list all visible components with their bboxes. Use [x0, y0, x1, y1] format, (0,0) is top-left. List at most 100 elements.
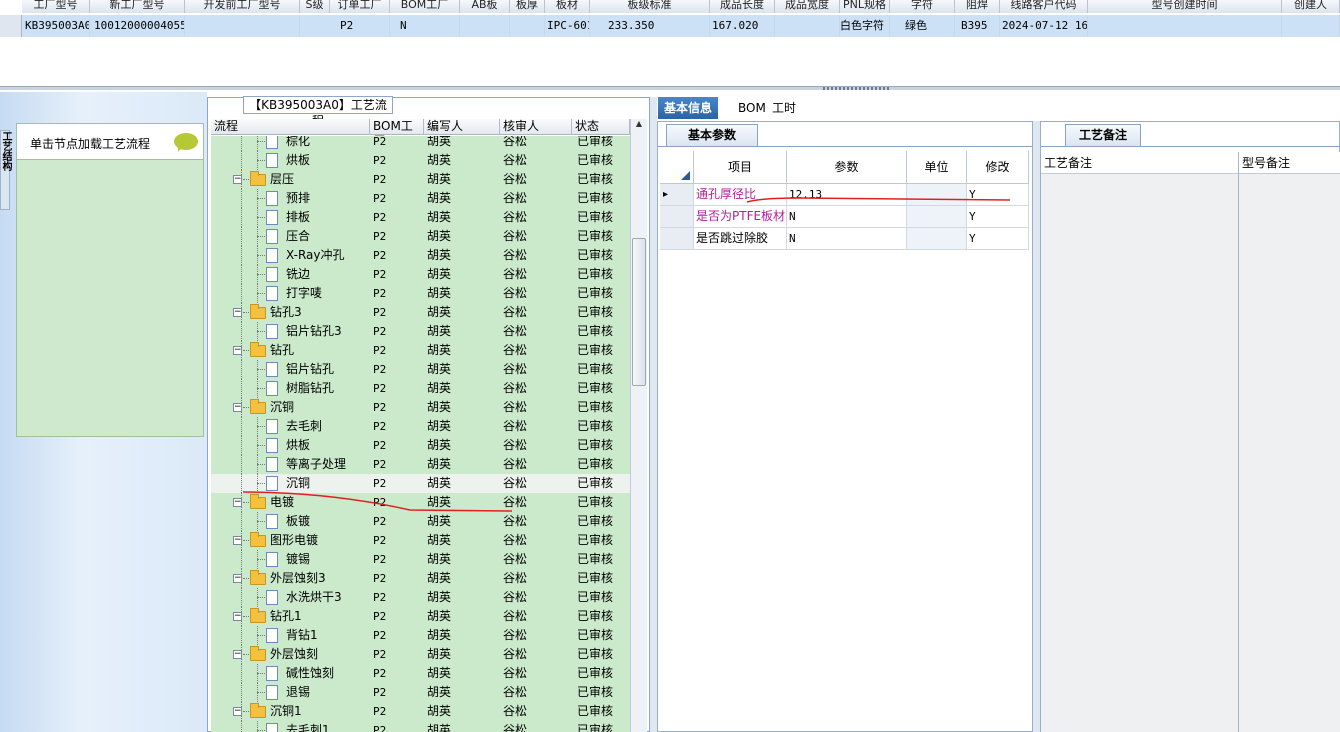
tree-header-cell[interactable]: 流程	[211, 119, 370, 135]
grid-cell[interactable]	[510, 15, 545, 37]
tree-row[interactable]: − 钻孔1 P2 胡英 谷松 已审核	[211, 607, 630, 626]
tree-row[interactable]: − 钻孔 P2 胡英 谷松 已审核	[211, 341, 630, 360]
tree-row[interactable]: 镀锡 P2 胡英 谷松 已审核	[211, 550, 630, 569]
grid-header-cell[interactable]: 订单工厂	[330, 0, 390, 13]
tab-hours[interactable]: 工时	[766, 97, 802, 119]
grid-header-cell[interactable]: 型号创建时间	[1088, 0, 1282, 13]
tree-row[interactable]: 碱性蚀刻 P2 胡英 谷松 已审核	[211, 664, 630, 683]
collapse-toggle-icon[interactable]: −	[233, 498, 242, 507]
tab-basic-params[interactable]: 基本参数	[666, 124, 758, 147]
param-modify[interactable]: Y	[967, 184, 1029, 206]
splitter-vertical[interactable]	[650, 97, 657, 732]
collapse-toggle-icon[interactable]: −	[233, 650, 242, 659]
tree-header-cell[interactable]: 状态	[572, 119, 630, 135]
tree-row[interactable]: X-Ray冲孔 P2 胡英 谷松 已审核	[211, 246, 630, 265]
grid-cell[interactable]: N	[390, 15, 460, 37]
scroll-thumb[interactable]	[632, 238, 646, 386]
param-item[interactable]: 是否跳过除胶	[694, 228, 787, 250]
grid-cell[interactable]	[775, 15, 840, 37]
grid-header-cell[interactable]: S级	[300, 0, 330, 13]
tab-process-notes[interactable]: 工艺备注	[1065, 124, 1141, 147]
scroll-up-arrow-icon[interactable]: ▲	[631, 119, 647, 133]
tree-row[interactable]: 铝片钻孔3 P2 胡英 谷松 已审核	[211, 322, 630, 341]
tree-header-cell[interactable]: 核审人	[500, 119, 572, 135]
grid-cell[interactable]	[1088, 15, 1282, 37]
collapse-toggle-icon[interactable]: −	[233, 574, 242, 583]
tree-row[interactable]: 背钻1 P2 胡英 谷松 已审核	[211, 626, 630, 645]
params-header-cell[interactable]: 单位	[907, 151, 967, 184]
row-selector[interactable]	[0, 15, 22, 37]
tree-row[interactable]: − 钻孔3 P2 胡英 谷松 已审核	[211, 303, 630, 322]
splitter-vertical-right[interactable]	[1033, 121, 1040, 732]
grid-cell[interactable]	[185, 15, 300, 37]
tree-row[interactable]: 烘板 P2 胡英 谷松 已审核	[211, 436, 630, 455]
tree-row[interactable]: 预排 P2 胡英 谷松 已审核	[211, 189, 630, 208]
param-value[interactable]: N	[787, 228, 907, 250]
grid-cell[interactable]: 2024-07-12 16:08:46	[1000, 15, 1088, 37]
tree-row[interactable]: 水洗烘干3 P2 胡英 谷松 已审核	[211, 588, 630, 607]
grid-corner[interactable]	[660, 151, 694, 184]
tree-row[interactable]: 铝片钻孔 P2 胡英 谷松 已审核	[211, 360, 630, 379]
grid-header-cell[interactable]: AB板	[460, 0, 510, 13]
tree-row[interactable]: 板镀 P2 胡英 谷松 已审核	[211, 512, 630, 531]
collapse-toggle-icon[interactable]: −	[233, 175, 242, 184]
tree-row[interactable]: − 外层蚀刻 P2 胡英 谷松 已审核	[211, 645, 630, 664]
param-item[interactable]: 是否为PTFE板材	[694, 206, 787, 228]
params-header-cell[interactable]: 项目	[694, 151, 787, 184]
grid-cell[interactable]: B395	[955, 15, 1000, 37]
tree-row[interactable]: 铣边 P2 胡英 谷松 已审核	[211, 265, 630, 284]
collapse-toggle-icon[interactable]: −	[233, 346, 242, 355]
collapse-toggle-icon[interactable]: −	[233, 403, 242, 412]
tree-row[interactable]: 去毛刺 P2 胡英 谷松 已审核	[211, 417, 630, 436]
tree-row[interactable]: 沉铜 P2 胡英 谷松 已审核	[211, 474, 630, 493]
grid-cell[interactable]	[460, 15, 510, 37]
param-value[interactable]: 12.13	[787, 184, 907, 206]
grid-cell[interactable]: 绿色	[890, 15, 955, 37]
tree-row[interactable]: 排板 P2 胡英 谷松 已审核	[211, 208, 630, 227]
tree-row[interactable]: 树脂钻孔 P2 胡英 谷松 已审核	[211, 379, 630, 398]
grid-header-cell[interactable]: 成品长度	[710, 0, 775, 13]
tree-row[interactable]: − 电镀 P2 胡英 谷松 已审核	[211, 493, 630, 512]
params-header-cell[interactable]: 参数	[787, 151, 907, 184]
tree-row[interactable]: − 图形电镀 P2 胡英 谷松 已审核	[211, 531, 630, 550]
collapse-toggle-icon[interactable]: −	[233, 308, 242, 317]
grid-cell[interactable]: 白色字符	[840, 15, 890, 37]
param-item[interactable]: 通孔厚径比	[694, 184, 787, 206]
tree-row[interactable]: − 层压 P2 胡英 谷松 已审核	[211, 170, 630, 189]
tab-basic-info[interactable]: 基本信息	[658, 97, 719, 119]
tree-header-cell[interactable]: 编写人	[424, 119, 500, 135]
tree-row[interactable]: 退锡 P2 胡英 谷松 已审核	[211, 683, 630, 702]
collapse-toggle-icon[interactable]: −	[233, 612, 242, 621]
grid-header-cell[interactable]: 开发前工厂型号	[185, 0, 300, 13]
tree-row[interactable]: 烘板 P2 胡英 谷松 已审核	[211, 151, 630, 170]
tree-scrollbar[interactable]: ▲	[630, 119, 647, 732]
tree-row[interactable]: 等离子处理 P2 胡英 谷松 已审核	[211, 455, 630, 474]
grid-header-cell[interactable]: BOM工厂	[390, 0, 460, 13]
param-unit[interactable]	[907, 206, 967, 228]
tree-row[interactable]: 打字唛 P2 胡英 谷松 已审核	[211, 284, 630, 303]
grid-header-cell[interactable]: 工厂型号	[22, 0, 90, 13]
grid-header-cell[interactable]: PNL规格	[840, 0, 890, 13]
grid-header-cell[interactable]: 新工厂型号	[90, 0, 185, 13]
row-indicator[interactable]	[660, 228, 694, 250]
tree-row[interactable]: − 沉铜 P2 胡英 谷松 已审核	[211, 398, 630, 417]
params-header-cell[interactable]: 修改	[967, 151, 1029, 184]
param-modify[interactable]: Y	[967, 228, 1029, 250]
param-unit[interactable]	[907, 228, 967, 250]
param-modify[interactable]: Y	[967, 206, 1029, 228]
row-indicator[interactable]	[660, 206, 694, 228]
grid-cell[interactable]: P2	[330, 15, 390, 37]
grid-cell[interactable]: 233.350	[590, 15, 710, 37]
grid-cell[interactable]: 167.020	[710, 15, 775, 37]
tree-row[interactable]: − 外层蚀刻3 P2 胡英 谷松 已审核	[211, 569, 630, 588]
grid-header-cell[interactable]: 板材	[545, 0, 590, 13]
tree-row[interactable]: 压合 P2 胡英 谷松 已审核	[211, 227, 630, 246]
tree-row[interactable]: 去毛刺1 P2 胡英 谷松 已审核	[211, 721, 630, 732]
param-unit[interactable]	[907, 184, 967, 206]
param-value[interactable]: N	[787, 206, 907, 228]
grid-header-cell[interactable]: 板级标准	[590, 0, 710, 13]
model-notes-column[interactable]: 型号备注	[1239, 152, 1340, 732]
grid-header-cell[interactable]: 线路客户代码	[1000, 0, 1088, 13]
current-row-arrow-icon[interactable]: ▸	[660, 184, 694, 206]
side-tab-structure[interactable]: 工艺结构	[0, 130, 11, 210]
